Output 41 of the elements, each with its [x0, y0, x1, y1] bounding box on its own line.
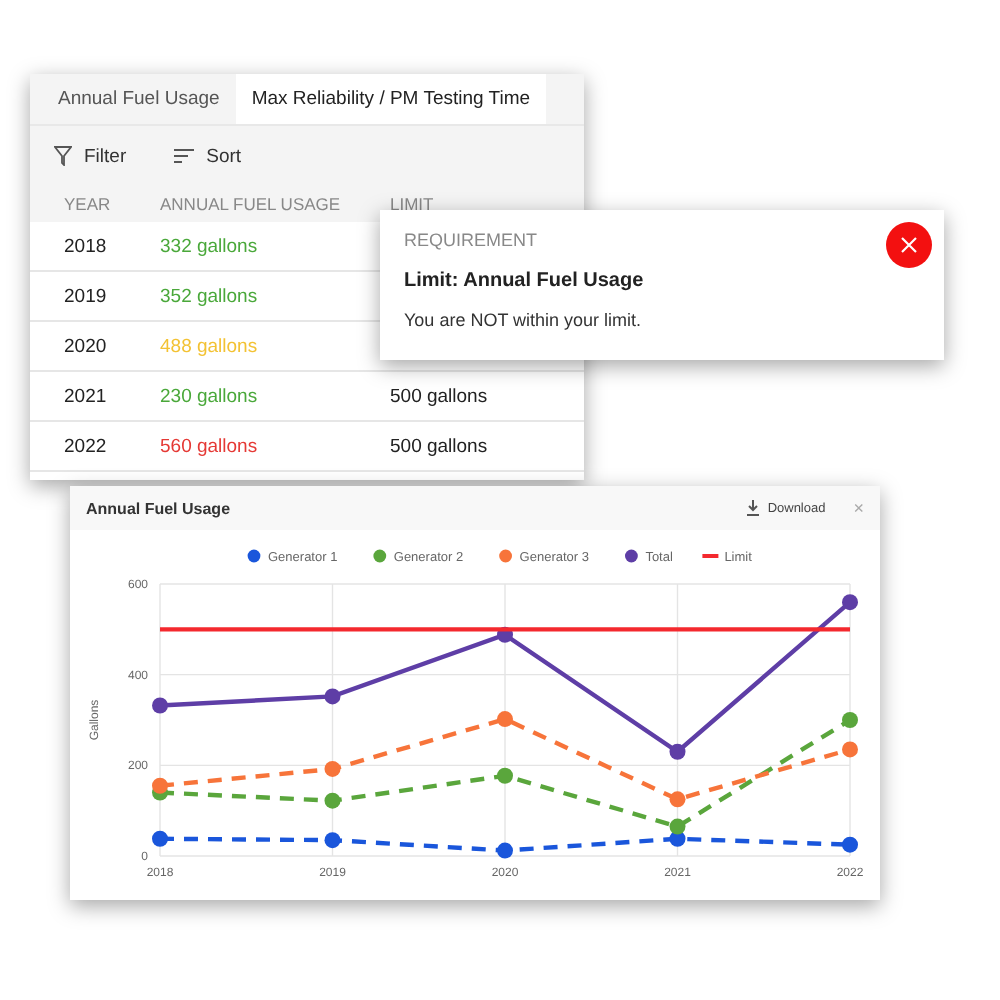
table-cell: 560 gallons — [160, 422, 390, 472]
tab[interactable]: Annual Fuel Usage — [42, 74, 236, 124]
point — [497, 711, 513, 728]
table-cell: 2022 — [30, 422, 160, 472]
point — [842, 594, 858, 611]
filter-icon — [54, 146, 72, 166]
popup-heading: REQUIREMENT — [404, 230, 540, 250]
table-cell: 500 gallons — [390, 422, 584, 472]
point — [324, 832, 341, 849]
popup-message: You are NOT within your limit. — [404, 310, 644, 330]
table-cell: 500 gallons — [390, 372, 584, 422]
point — [152, 830, 168, 847]
point — [669, 818, 686, 835]
point — [842, 741, 858, 758]
column-header: YEAR — [30, 186, 160, 222]
point — [497, 842, 513, 859]
table-cell: 2019 — [30, 272, 160, 322]
table-cell: 2020 — [30, 322, 160, 372]
column-header: ANNUAL FUEL USAGE — [160, 186, 390, 222]
point — [669, 791, 686, 808]
close-button[interactable] — [886, 222, 932, 268]
point — [842, 712, 858, 728]
download-icon — [745, 500, 760, 516]
point — [324, 688, 341, 705]
chart-title: Annual Fuel Usage — [86, 499, 233, 517]
filter-button[interactable]: Filter — [54, 145, 127, 167]
point — [842, 836, 858, 853]
point — [324, 792, 341, 809]
sort-icon — [174, 148, 195, 164]
point — [152, 697, 168, 714]
close-icon — [900, 236, 918, 254]
popup-title: Limit: Annual Fuel Usage — [404, 270, 646, 292]
point — [669, 743, 686, 760]
point — [152, 777, 168, 794]
point — [324, 760, 341, 777]
tab[interactable]: Max Reliability / PM Testing Time — [235, 74, 547, 124]
table-cell: 2021 — [30, 372, 160, 422]
point — [497, 767, 513, 784]
table-cell: 2018 — [30, 222, 160, 272]
sort-button[interactable]: Sort — [174, 145, 242, 167]
table-cell: 230 gallons — [160, 372, 390, 422]
